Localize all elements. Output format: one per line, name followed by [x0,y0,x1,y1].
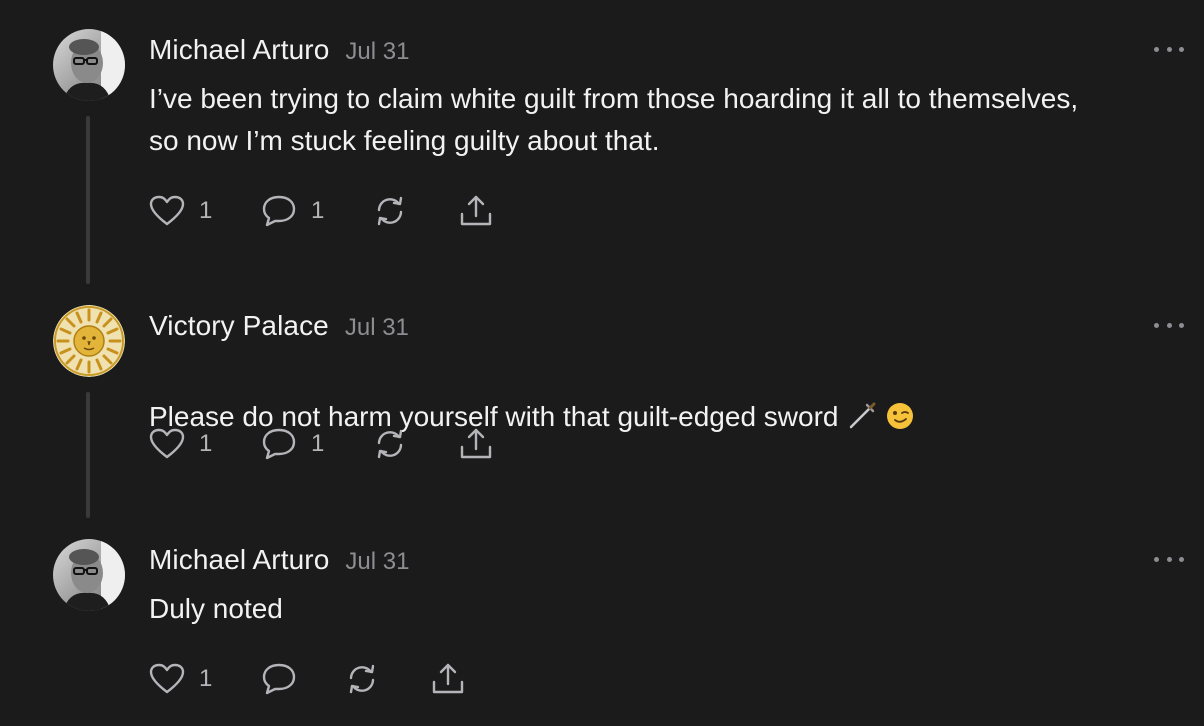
more-dot [1166,46,1172,52]
comment-header: Victory Palace Jul 31 [149,310,409,342]
more-dot [1179,556,1184,562]
author-name[interactable]: Victory Palace [149,310,329,342]
speech-bubble-icon [262,663,296,695]
speech-bubble-icon [262,428,296,460]
avatar[interactable] [53,29,125,101]
restack-arrows-icon [349,664,375,694]
heart-icon [149,428,185,459]
heart-icon [149,663,185,694]
comment-date[interactable]: Jul 31 [345,38,409,66]
restack-button[interactable] [373,194,407,228]
more-dot [1154,322,1159,328]
comment-thread: Michael Arturo Jul 31 I’ve been trying t… [0,0,1204,726]
like-button[interactable]: 1 [149,662,212,696]
like-button[interactable]: 1 [149,194,212,228]
reply-button[interactable]: 1 [261,427,324,461]
thread-connector-line [86,116,90,284]
avatar[interactable] [53,539,125,611]
reply-button[interactable]: 1 [261,194,324,228]
like-count: 1 [199,430,213,457]
share-button[interactable] [458,194,494,228]
author-name[interactable]: Michael Arturo [149,544,329,576]
more-options-button[interactable] [1154,319,1184,331]
comment-header: Michael Arturo Jul 31 [149,34,409,66]
restack-arrows-icon [377,429,403,459]
winking-face-icon [885,401,915,443]
share-button[interactable] [458,427,494,461]
share-upload-icon [432,663,464,694]
speech-bubble-icon [262,195,296,227]
like-button[interactable]: 1 [149,427,212,461]
comment-body: Duly noted [149,593,283,624]
comment-body: I’ve been trying to claim white guilt fr… [149,83,1079,156]
thread-connector-line [86,392,90,518]
person-photo-avatar-icon [53,29,125,101]
more-dot [1154,556,1159,562]
heart-icon [149,195,185,226]
share-upload-icon [460,195,492,226]
more-dot [1166,322,1172,328]
reply-count: 1 [311,197,325,224]
more-dot [1179,322,1184,328]
person-photo-avatar-icon [53,539,125,611]
like-count: 1 [199,197,213,224]
golden-sun-avatar-icon [53,305,125,377]
reply-count: 1 [311,430,325,457]
more-dot [1154,46,1159,52]
more-dot [1179,46,1184,52]
comment-header: Michael Arturo Jul 31 [149,544,409,576]
avatar[interactable] [53,305,125,377]
like-count: 1 [199,665,213,692]
reply-button[interactable] [261,662,297,696]
share-upload-icon [460,428,492,459]
more-options-button[interactable] [1154,553,1184,565]
restack-arrows-icon [377,196,403,226]
author-name[interactable]: Michael Arturo [149,34,329,66]
restack-button[interactable] [373,427,407,461]
dagger-icon [847,401,877,443]
comment-date[interactable]: Jul 31 [345,314,409,342]
share-button[interactable] [430,662,466,696]
restack-button[interactable] [345,662,379,696]
more-options-button[interactable] [1154,43,1184,55]
more-dot [1166,556,1172,562]
comment-date[interactable]: Jul 31 [345,548,409,576]
